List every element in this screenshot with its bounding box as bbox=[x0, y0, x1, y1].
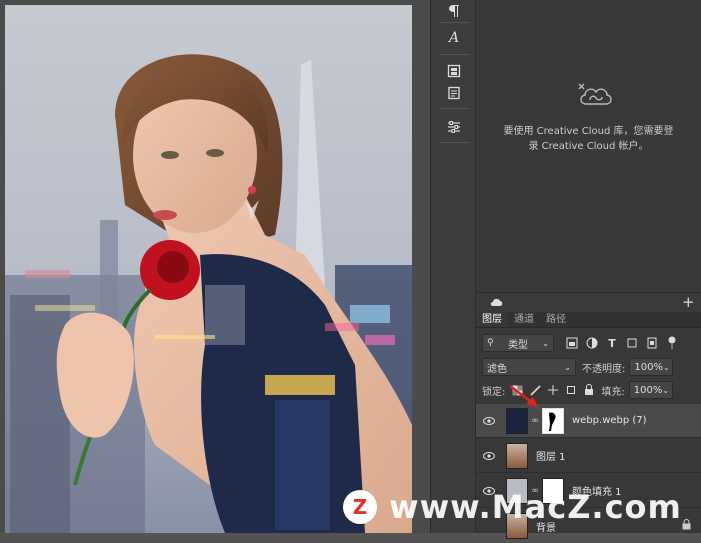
fill-label: 填充: bbox=[601, 386, 625, 398]
layer-row-webp[interactable]: ∞ webp.webp (7) bbox=[476, 404, 701, 438]
type-filter-icon[interactable]: T bbox=[604, 335, 620, 351]
svg-text:A: A bbox=[447, 30, 459, 45]
libraries-message-line2: 录 Creative Cloud 帐户。 bbox=[528, 141, 649, 152]
layer-thumbnail bbox=[506, 407, 528, 434]
toolbar-divider bbox=[439, 108, 469, 109]
lock-all-icon[interactable] bbox=[581, 382, 597, 398]
fill-input[interactable]: 100% ⌄ bbox=[628, 381, 673, 399]
lock-label: 锁定: bbox=[482, 386, 506, 398]
layer-thumbnail bbox=[506, 442, 528, 469]
filter-toggle-icon[interactable] bbox=[664, 335, 680, 351]
double-exposure-image bbox=[5, 5, 412, 533]
adjustments-icon[interactable] bbox=[443, 116, 465, 138]
eye-icon[interactable] bbox=[476, 451, 502, 460]
chevron-down-icon: ⌄ bbox=[564, 362, 571, 372]
shape-filter-icon[interactable] bbox=[624, 335, 640, 351]
layer-row-layer1[interactable]: 图层 1 bbox=[476, 439, 701, 473]
chevron-down-icon: ⌄ bbox=[662, 362, 670, 372]
lock-icon bbox=[682, 519, 691, 533]
libraries-icon[interactable] bbox=[443, 60, 465, 82]
chevron-down-icon: ⌄ bbox=[542, 338, 549, 348]
chevron-down-icon: ⌄ bbox=[662, 385, 670, 395]
tab-paths[interactable]: 路径 bbox=[540, 312, 572, 327]
opacity-value: 100% bbox=[634, 361, 663, 373]
blend-mode-dropdown[interactable]: 滤色 ⌄ bbox=[482, 358, 576, 376]
watermark-text: www.MacZ.com bbox=[389, 488, 682, 526]
toolbar-divider bbox=[439, 142, 469, 143]
right-panel-dock: 要使用 Creative Cloud 库，您需要登 录 Creative Clo… bbox=[476, 0, 701, 539]
lock-position-move-icon[interactable] bbox=[545, 382, 561, 398]
link-icon[interactable]: ∞ bbox=[530, 416, 540, 426]
toolbar-divider bbox=[439, 54, 469, 55]
creative-cloud-icon bbox=[576, 82, 616, 113]
watermark: Z www.MacZ.com bbox=[343, 488, 682, 526]
pixel-filter-icon[interactable] bbox=[564, 335, 580, 351]
paragraph-icon[interactable] bbox=[443, 0, 465, 22]
smart-object-filter-icon[interactable] bbox=[644, 335, 660, 351]
blend-mode-value: 滤色 bbox=[487, 363, 507, 375]
libraries-signin-message: 要使用 Creative Cloud 库，您需要登 录 Creative Clo… bbox=[476, 124, 701, 154]
blend-mode-row: 滤色 ⌄ 不透明度: 100% ⌄ bbox=[476, 356, 701, 378]
lock-artboard-icon[interactable] bbox=[563, 382, 579, 398]
watermark-logo-icon: Z bbox=[343, 490, 377, 524]
search-icon: ⚲ bbox=[487, 338, 494, 348]
glyphs-icon[interactable]: A bbox=[443, 26, 465, 48]
annotation-arrow bbox=[509, 385, 538, 407]
layer-filter-row: ⚲ 类型 ⌄ T bbox=[476, 332, 701, 354]
tab-channels[interactable]: 通道 bbox=[508, 312, 540, 327]
document-canvas[interactable] bbox=[0, 0, 430, 533]
opacity-label: 不透明度: bbox=[582, 363, 626, 375]
filter-kind-dropdown[interactable]: ⚲ 类型 ⌄ bbox=[482, 334, 554, 352]
fill-value: 100% bbox=[633, 384, 663, 396]
tab-layers[interactable]: 图层 bbox=[476, 312, 508, 327]
libraries-footer-bar: + bbox=[476, 292, 701, 312]
toolbar-divider bbox=[439, 22, 469, 23]
opacity-input[interactable]: 100% ⌄ bbox=[629, 358, 674, 376]
adjustment-filter-icon[interactable] bbox=[584, 335, 600, 351]
layer-name: webp.webp (7) bbox=[572, 415, 647, 426]
layer-name: 图层 1 bbox=[536, 452, 566, 463]
filter-kind-label: 类型 bbox=[507, 339, 528, 351]
properties-icon[interactable] bbox=[443, 82, 465, 104]
watermark-badge-letter: Z bbox=[352, 495, 368, 519]
layer-mask-thumbnail[interactable] bbox=[542, 407, 564, 434]
canvas-image[interactable] bbox=[5, 5, 412, 533]
panel-icon-strip: A bbox=[430, 0, 476, 533]
libraries-message-line1: 要使用 Creative Cloud 库，您需要登 bbox=[503, 126, 674, 137]
layers-panel-tabs: 图层 通道 路径 bbox=[476, 312, 701, 328]
add-icon[interactable]: + bbox=[682, 293, 695, 311]
eye-icon[interactable] bbox=[476, 416, 502, 425]
libraries-panel: 要使用 Creative Cloud 库，您需要登 录 Creative Clo… bbox=[476, 0, 701, 292]
cloud-sync-icon[interactable] bbox=[490, 296, 504, 311]
